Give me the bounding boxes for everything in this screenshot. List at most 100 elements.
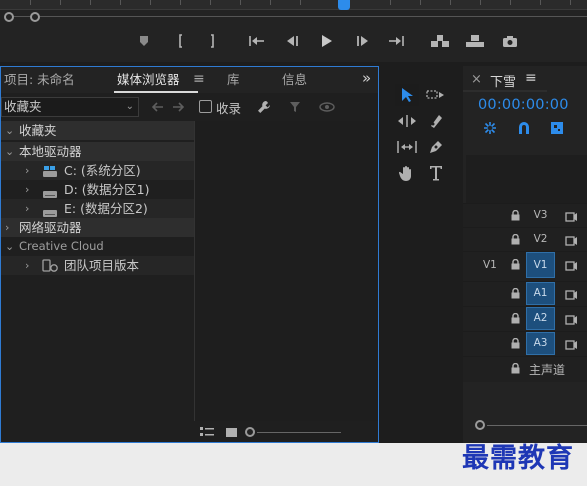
track-v2[interactable]: V2: [463, 227, 587, 251]
slip-tool-icon[interactable]: [395, 136, 419, 158]
chevron-right-icon[interactable]: ›: [25, 161, 29, 180]
zoom-scroll-handle-right[interactable]: [30, 12, 40, 22]
playhead-timecode[interactable]: 00:00:00:00: [478, 97, 587, 115]
step-forward-icon[interactable]: [354, 32, 372, 50]
close-icon[interactable]: ×: [471, 72, 482, 87]
lock-icon[interactable]: [511, 209, 520, 224]
tree-item-drive-c[interactable]: › C: (系统分区): [1, 161, 194, 180]
insert-icon[interactable]: [429, 32, 451, 50]
zoom-scroll-handle-left[interactable]: [4, 12, 14, 22]
tree-item-drive-d[interactable]: › D: (数据分区1): [1, 180, 194, 199]
overwrite-icon[interactable]: [464, 32, 486, 50]
timeline-ruler[interactable]: [466, 155, 587, 206]
tree-label: 网络驱动器: [19, 220, 82, 235]
mark-in-icon[interactable]: [174, 32, 188, 50]
tree-section-creative-cloud[interactable]: ⌄ Creative Cloud: [1, 237, 194, 256]
marker-icon[interactable]: [136, 32, 152, 50]
tree-item-team-project[interactable]: › 团队项目版本: [1, 256, 194, 275]
sync-lock-icon[interactable]: [565, 260, 578, 274]
lock-icon[interactable]: [511, 337, 520, 352]
back-arrow-icon[interactable]: [151, 99, 165, 115]
list-view-icon[interactable]: [199, 425, 215, 439]
timeline-zoom-handle[interactable]: [475, 420, 485, 430]
chevron-right-icon[interactable]: ›: [5, 218, 9, 237]
source-patch-v1[interactable]: V1: [483, 259, 497, 271]
tree-section-local-drives[interactable]: ⌄ 本地驱动器: [1, 142, 194, 161]
playhead-marker[interactable]: [338, 0, 350, 10]
track-target-a2[interactable]: A2: [526, 307, 555, 330]
sync-lock-icon[interactable]: [565, 211, 578, 225]
track-master[interactable]: 主声道: [463, 356, 587, 380]
tree-item-drive-e[interactable]: › E: (数据分区2): [1, 199, 194, 218]
selection-tool-icon[interactable]: [395, 84, 419, 106]
time-ruler[interactable]: [0, 0, 587, 10]
sync-lock-icon[interactable]: [565, 339, 578, 353]
track-v1[interactable]: V1 V1: [463, 251, 587, 278]
panel-overflow-icon[interactable]: »: [362, 69, 371, 89]
play-icon[interactable]: [318, 32, 336, 50]
export-frame-icon[interactable]: [500, 32, 520, 50]
track-target-v3[interactable]: V3: [526, 204, 555, 227]
lock-icon[interactable]: [511, 233, 520, 248]
lock-icon[interactable]: [511, 287, 520, 302]
track-a2[interactable]: A2: [463, 306, 587, 330]
tab-media-browser[interactable]: 媒体浏览器: [117, 71, 180, 91]
ripple-edit-tool-icon[interactable]: [395, 110, 419, 132]
forward-arrow-icon[interactable]: [171, 99, 185, 115]
chevron-right-icon[interactable]: ›: [25, 199, 29, 218]
lock-icon[interactable]: [511, 362, 520, 377]
type-tool-icon[interactable]: [424, 162, 448, 184]
nest-toggle-icon[interactable]: [481, 120, 499, 136]
track-v3[interactable]: V3: [463, 203, 587, 227]
pen-tool-icon[interactable]: [424, 136, 448, 158]
filter-icon[interactable]: [287, 99, 303, 115]
track-a1[interactable]: A1: [463, 281, 587, 305]
sequence-tab[interactable]: 下雪: [490, 71, 516, 90]
thumbnail-size-slider-track[interactable]: [257, 432, 341, 433]
sync-lock-icon[interactable]: [565, 289, 578, 303]
go-to-out-icon[interactable]: [386, 32, 406, 50]
browser-content-area[interactable]: [195, 121, 378, 421]
linked-selection-icon[interactable]: [548, 120, 566, 136]
chevron-right-icon[interactable]: ›: [25, 180, 29, 199]
chevron-down-icon[interactable]: ⌄: [5, 121, 14, 140]
tree-label: D: (数据分区1): [64, 182, 150, 197]
track-select-tool-icon[interactable]: [424, 84, 448, 106]
panel-menu-icon[interactable]: ≡: [193, 70, 205, 90]
wrench-icon[interactable]: [256, 99, 272, 115]
razor-tool-icon[interactable]: [424, 110, 448, 132]
snap-magnet-icon[interactable]: [515, 120, 533, 136]
tab-info[interactable]: 信息: [282, 71, 307, 91]
tree-label: 本地驱动器: [19, 144, 82, 159]
icon-view-icon[interactable]: [224, 425, 238, 439]
timeline-zoom-track[interactable]: [487, 425, 587, 426]
tab-project[interactable]: 项目: 未命名: [4, 71, 75, 91]
chevron-right-icon[interactable]: ›: [25, 256, 29, 275]
team-project-icon: [42, 259, 60, 278]
active-tab-indicator: [114, 91, 198, 93]
track-target-a3[interactable]: A3: [526, 332, 555, 355]
go-to-in-icon[interactable]: [247, 32, 267, 50]
tab-libraries[interactable]: 库: [227, 71, 240, 91]
ingest-checkbox[interactable]: [199, 100, 212, 113]
sync-lock-icon[interactable]: [565, 314, 578, 328]
mark-out-icon[interactable]: [205, 32, 219, 50]
track-target-v2[interactable]: V2: [526, 228, 555, 251]
view-eye-icon[interactable]: [318, 99, 336, 115]
chevron-down-icon[interactable]: ⌄: [5, 142, 14, 161]
chevron-down-icon[interactable]: ⌄: [5, 237, 14, 256]
hand-tool-icon[interactable]: [395, 162, 419, 184]
track-target-v1[interactable]: V1: [526, 252, 555, 278]
tree-section-network-drives[interactable]: › 网络驱动器: [1, 218, 194, 237]
track-target-a1[interactable]: A1: [526, 282, 555, 305]
step-back-icon[interactable]: [283, 32, 301, 50]
location-dropdown[interactable]: 收藏夹 ⌄: [1, 97, 139, 117]
lock-icon[interactable]: [511, 258, 520, 273]
zoom-scroll-track[interactable]: [8, 16, 587, 17]
thumbnail-size-slider-handle[interactable]: [245, 427, 255, 437]
sync-lock-icon[interactable]: [565, 235, 578, 249]
track-a3[interactable]: A3: [463, 331, 587, 355]
tree-section-favorites[interactable]: ⌄ 收藏夹: [1, 121, 194, 140]
panel-menu-icon[interactable]: ≡: [525, 70, 537, 86]
lock-icon[interactable]: [511, 312, 520, 327]
